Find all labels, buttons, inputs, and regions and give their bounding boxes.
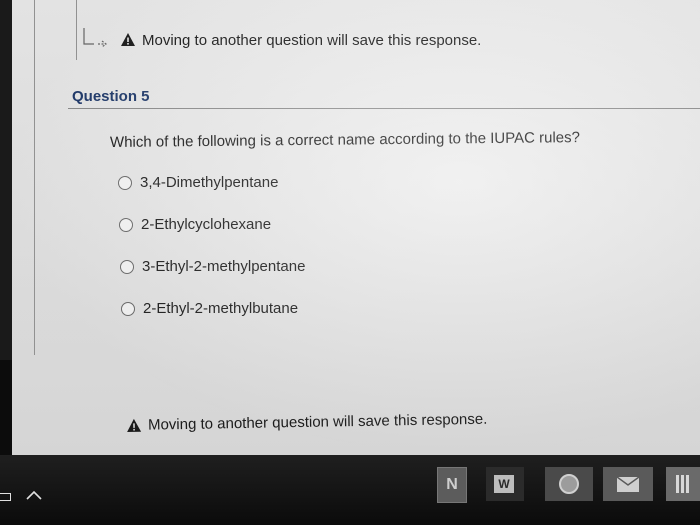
task-view-icon[interactable] [0, 493, 11, 501]
warning-triangle-icon [120, 32, 136, 48]
monitor-bezel [0, 0, 12, 360]
word-letter: W [494, 475, 514, 493]
chrome-app-icon[interactable] [545, 467, 593, 501]
warning-triangle-icon [126, 417, 142, 433]
envelope-icon [616, 476, 640, 492]
radio-button[interactable] [118, 175, 132, 190]
chevron-up-icon[interactable] [24, 488, 44, 500]
save-notice-text: Moving to another question will save thi… [147, 410, 488, 434]
chrome-logo-icon [559, 474, 579, 494]
quiz-screen: Moving to another question will save thi… [12, 0, 700, 455]
save-notice-bottom: Moving to another question will save thi… [126, 410, 488, 434]
frame-divider [76, 0, 77, 60]
answer-option-label: 3-Ethyl-2-methylpentane [142, 258, 306, 275]
radio-button[interactable] [120, 259, 134, 274]
title-divider [68, 108, 700, 109]
question-prompt: Which of the following is a correct name… [109, 129, 581, 151]
save-notice-top: Moving to another question will save thi… [80, 28, 481, 52]
answer-option-label: 2-Ethylcyclohexane [141, 216, 272, 233]
taskbar: N W [0, 455, 700, 525]
mail-app-icon[interactable] [603, 467, 653, 501]
word-app-icon[interactable]: W [486, 467, 524, 501]
radio-button[interactable] [121, 301, 135, 316]
answer-option[interactable]: 3-Ethyl-2-methylpentane [120, 258, 305, 275]
answer-option-label: 3,4-Dimethylpentane [140, 174, 279, 191]
answer-option[interactable]: 3,4-Dimethylpentane [118, 174, 278, 191]
calculator-keys-icon [676, 475, 690, 493]
onenote-app-icon[interactable]: N [437, 467, 467, 503]
return-arrow-icon [80, 28, 114, 52]
answer-option-label: 2-Ethyl-2-methylbutane [143, 300, 299, 317]
answer-option[interactable]: 2-Ethylcyclohexane [119, 216, 271, 233]
question-title: Question 5 [72, 88, 150, 105]
radio-button[interactable] [119, 217, 133, 232]
frame-divider [34, 0, 35, 355]
save-notice-text: Moving to another question will save thi… [142, 31, 482, 49]
answer-option[interactable]: 2-Ethyl-2-methylbutane [121, 300, 298, 317]
calculator-app-icon[interactable] [666, 467, 700, 501]
